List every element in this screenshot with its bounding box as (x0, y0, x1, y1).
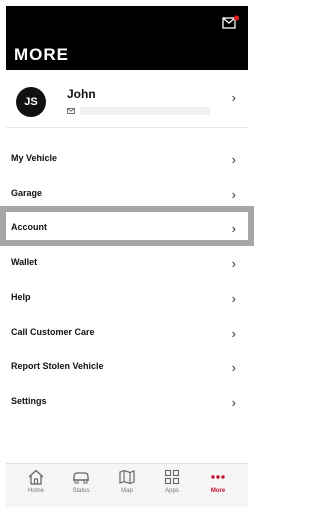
chevron-right-icon: › (231, 326, 236, 341)
tab-map[interactable]: Map (105, 468, 149, 504)
tab-label: More (210, 488, 226, 494)
account-highlight-frame (0, 206, 254, 246)
tab-status[interactable]: Status (59, 468, 103, 504)
tab-label: Map (121, 488, 133, 494)
menu-item-call-customer-care[interactable]: Call Customer Care › (6, 316, 248, 351)
tab-more[interactable]: More (196, 468, 240, 504)
menu-item-label: My Vehicle (11, 153, 58, 163)
email-icon (67, 108, 75, 114)
mail-notification-icon (222, 15, 240, 29)
tab-label: Status (72, 488, 90, 494)
avatar: JS (16, 87, 46, 117)
tab-home[interactable]: Home (14, 468, 58, 504)
tab-label: Home (27, 488, 44, 494)
header: MORE (6, 6, 248, 70)
menu-item-wallet[interactable]: Wallet › (6, 246, 248, 281)
menu-item-my-vehicle[interactable]: My Vehicle › (6, 142, 248, 177)
home-icon (28, 469, 44, 485)
more-screen: MORE JS John › My Vehicle › Garage › Acc… (0, 0, 254, 518)
menu-item-help[interactable]: Help › (6, 281, 248, 316)
notification-badge (233, 15, 240, 21)
more-dots-icon (211, 475, 225, 479)
bottom-tab-bar: Home Status Map Apps More (6, 463, 248, 507)
menu-item-label: Settings (11, 396, 47, 406)
menu-item-label: Help (11, 292, 31, 302)
car-icon (73, 472, 89, 484)
menu-item-label: Report Stolen Vehicle (11, 361, 104, 371)
chevron-right-icon: › (231, 90, 236, 105)
mail-notification-button[interactable] (222, 15, 240, 29)
chevron-right-icon: › (231, 291, 236, 306)
tab-apps[interactable]: Apps (150, 468, 194, 504)
profile-row[interactable]: JS John › (6, 70, 248, 128)
menu-item-label: Call Customer Care (11, 327, 95, 337)
chevron-right-icon: › (231, 187, 236, 202)
menu-item-label: Garage (11, 188, 43, 198)
apps-grid-icon (164, 469, 180, 485)
page-title: MORE (14, 45, 69, 64)
menu-item-label: Wallet (11, 257, 38, 267)
chevron-right-icon: › (231, 152, 236, 167)
chevron-right-icon: › (231, 395, 236, 410)
chevron-right-icon: › (231, 360, 236, 375)
tab-label: Apps (165, 488, 179, 494)
email-value-redacted (80, 107, 210, 115)
profile-name: John (67, 87, 96, 101)
chevron-right-icon: › (231, 256, 236, 271)
map-icon (119, 469, 135, 485)
menu-item-settings[interactable]: Settings › (6, 385, 248, 420)
menu-item-report-stolen-vehicle[interactable]: Report Stolen Vehicle › (6, 350, 248, 385)
